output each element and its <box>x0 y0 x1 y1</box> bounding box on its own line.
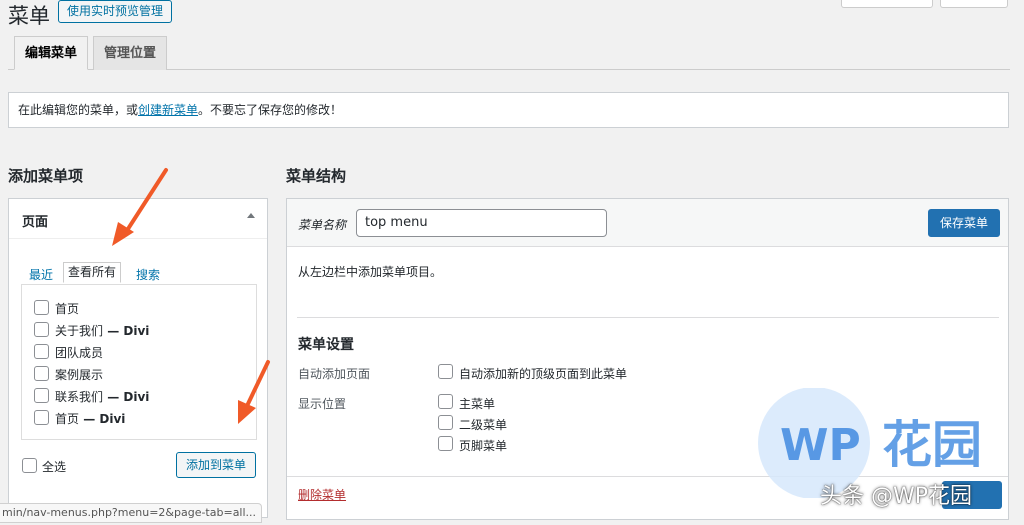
annotation-arrow-icon <box>112 168 168 246</box>
annotation-arrow-icon <box>238 360 270 424</box>
annotation-arrows <box>112 168 270 424</box>
